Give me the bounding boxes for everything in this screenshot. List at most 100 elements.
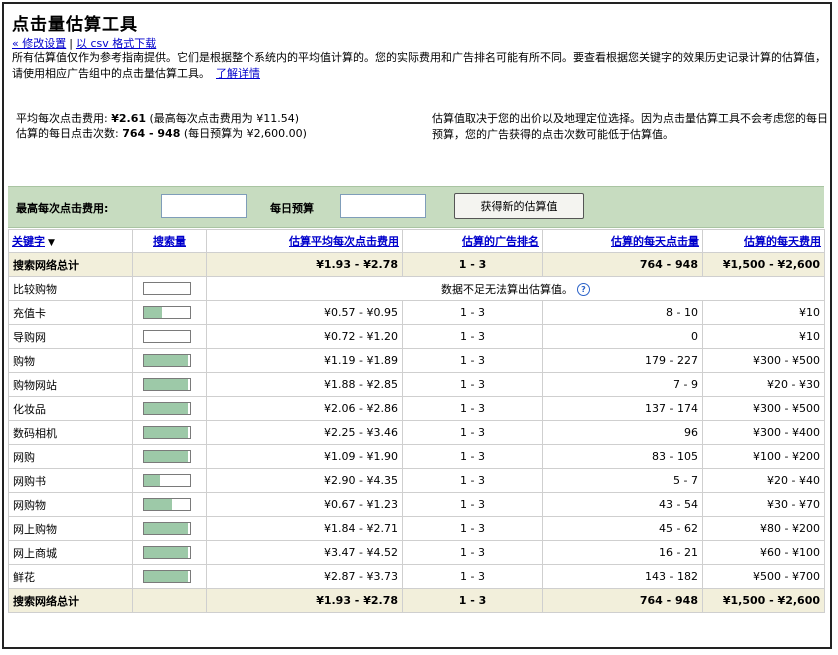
daily-cost-cell: ¥300 - ¥500 (702, 348, 825, 373)
search-volume-fill (144, 523, 188, 534)
daily-cost-cell: ¥20 - ¥30 (702, 372, 825, 397)
avg-cpc-line: 平均每次点击费用: ¥2.61 (最高每次点击费用为 ¥11.54) (16, 111, 411, 126)
header-est-daily-clicks-link[interactable]: 估算的每天点击量 (611, 235, 699, 248)
search-volume-fill (144, 403, 188, 414)
avg-cpc-note: (最高每次点击费用为 ¥11.54) (149, 112, 300, 125)
avg-cpc-label: 平均每次点击费用: (16, 112, 108, 125)
keyword-cell: 网上商城 (8, 540, 133, 565)
search-volume-fill (144, 307, 163, 318)
ad-position-cell: 1 - 3 (402, 396, 543, 421)
header-search-volume-link[interactable]: 搜索量 (153, 235, 186, 248)
action-links: « 修改设置 | 以 csv 格式下载 (12, 35, 156, 51)
search-volume-cell (132, 300, 207, 325)
link-separator: | (69, 37, 73, 50)
get-new-estimate-button[interactable]: 获得新的估算值 (454, 193, 584, 219)
ad-position-cell: 1 - 3 (402, 492, 543, 517)
table-row: 购物 ¥1.19 - ¥1.89 1 - 3 179 - 227 ¥300 - ¥500 (8, 348, 825, 373)
search-volume-cell (132, 468, 207, 493)
daily-clicks-note: (每日预算为 ¥2,600.00) (183, 127, 307, 140)
header-keyword[interactable]: 关键字 ▼ (8, 229, 133, 253)
search-volume-bar (143, 378, 191, 391)
daily-cost-cell: ¥60 - ¥100 (702, 540, 825, 565)
keyword-cell: 充值卡 (8, 300, 133, 325)
search-volume-bar (143, 546, 191, 559)
table-row: 网上购物 ¥1.84 - ¥2.71 1 - 3 45 - 62 ¥80 - ¥200 (8, 516, 825, 541)
daily-clicks-cell: 5 - 7 (542, 468, 703, 493)
daily-budget-input[interactable] (340, 194, 426, 218)
page-title: 点击量估算工具 (12, 15, 138, 35)
search-volume-cell (132, 516, 207, 541)
header-est-daily-clicks[interactable]: 估算的每天点击量 (542, 229, 703, 253)
search-volume-cell (132, 492, 207, 517)
search-volume-bar (143, 474, 191, 487)
no-data-note: 数据不足无法算出估算值。 (441, 282, 573, 296)
search-volume-cell (132, 564, 207, 589)
max-cpc-input[interactable] (161, 194, 247, 218)
search-volume-cell (132, 540, 207, 565)
search-volume-bar (143, 426, 191, 439)
keyword-cell: 网上购物 (8, 516, 133, 541)
keyword-cell: 购物 (8, 348, 133, 373)
daily-clicks-cell: 0 (542, 324, 703, 349)
est-cpc-cell: ¥1.19 - ¥1.89 (206, 348, 403, 373)
daily-cost-cell: ¥20 - ¥40 (702, 468, 825, 493)
ad-position-cell: 1 - 3 (402, 516, 543, 541)
est-cpc-cell: ¥1.88 - ¥2.85 (206, 372, 403, 397)
intro-text: 所有估算值仅作为参考指南提供。它们是根据整个系统内的平均值计算的。您的实际费用和… (12, 50, 827, 82)
search-volume-fill (144, 427, 188, 438)
search-volume-bar (143, 330, 191, 343)
total-position: 1 - 3 (402, 252, 543, 277)
help-icon[interactable]: ? (577, 283, 590, 296)
daily-clicks-cell: 143 - 182 (542, 564, 703, 589)
table-row: 充值卡 ¥0.57 - ¥0.95 1 - 38 - 10 ¥10 (8, 300, 825, 325)
daily-clicks-line: 估算的每日点击次数: 764 - 948 (每日预算为 ¥2,600.00) (16, 126, 411, 141)
header-est-daily-cost-link[interactable]: 估算的每天费用 (744, 235, 821, 248)
estimate-summary: 平均每次点击费用: ¥2.61 (最高每次点击费用为 ¥11.54) 估算的每日… (16, 111, 411, 141)
keyword-cell: 鲜花 (8, 564, 133, 589)
total-clicks: 764 - 948 (542, 588, 703, 613)
search-volume-cell (132, 396, 207, 421)
search-volume-fill (144, 379, 188, 390)
est-cpc-cell: ¥3.47 - ¥4.52 (206, 540, 403, 565)
total-cost: ¥1,500 - ¥2,600 (702, 588, 825, 613)
header-est-avg-cpc[interactable]: 估算平均每次点击费用 (206, 229, 403, 253)
keyword-cell: 网购 (8, 444, 133, 469)
search-volume-fill (144, 499, 172, 510)
header-est-ad-position[interactable]: 估算的广告排名 (402, 229, 543, 253)
intro-body: 所有估算值仅作为参考指南提供。它们是根据整个系统内的平均值计算的。您的实际费用和… (12, 51, 826, 80)
header-est-ad-position-link[interactable]: 估算的广告排名 (462, 235, 539, 248)
table-row: 数码相机 ¥2.25 - ¥3.46 1 - 3 96 ¥300 - ¥400 (8, 420, 825, 445)
table-row: 网购 ¥1.09 - ¥1.90 1 - 3 83 - 105 ¥100 - ¥200 (8, 444, 825, 469)
daily-clicks-cell: 8 - 10 (542, 300, 703, 325)
daily-cost-cell: ¥300 - ¥500 (702, 396, 825, 421)
keyword-cell: 购物网站 (8, 372, 133, 397)
modify-settings-link[interactable]: « 修改设置 (12, 37, 66, 50)
ad-position-cell: 1 - 3 (402, 420, 543, 445)
learn-more-link[interactable]: 了解详情 (216, 67, 260, 80)
total-position: 1 - 3 (402, 588, 543, 613)
no-data-cell: 数据不足无法算出估算值。? (206, 276, 825, 301)
daily-clicks-cell: 137 - 174 (542, 396, 703, 421)
max-cpc-label: 最高每次点击费用: (16, 202, 109, 215)
est-cpc-cell: ¥0.57 - ¥0.95 (206, 300, 403, 325)
header-est-avg-cpc-link[interactable]: 估算平均每次点击费用 (289, 235, 399, 248)
sort-down-icon[interactable]: ▼ (48, 238, 55, 248)
est-cpc-cell: ¥0.72 - ¥1.20 (206, 324, 403, 349)
table-header-row: 关键字 ▼ 搜索量 估算平均每次点击费用 估算的广告排名 估算的每天点击量 估算的… (8, 229, 825, 253)
ad-position-cell: 1 - 3 (402, 468, 543, 493)
header-keyword-link[interactable]: 关键字 (12, 235, 45, 248)
search-volume-cell (132, 276, 207, 301)
total-label: 搜索网络总计 (8, 252, 133, 277)
daily-cost-cell: ¥300 - ¥400 (702, 420, 825, 445)
keyword-cell: 化妆品 (8, 396, 133, 421)
csv-download-link[interactable]: 以 csv 格式下载 (76, 37, 156, 50)
search-volume-bar (143, 498, 191, 511)
daily-cost-cell: ¥500 - ¥700 (702, 564, 825, 589)
table-row: 网购物 ¥0.67 - ¥1.23 1 - 3 43 - 54 ¥30 - ¥70 (8, 492, 825, 517)
keyword-cell: 网购书 (8, 468, 133, 493)
header-est-daily-cost[interactable]: 估算的每天费用 (702, 229, 825, 253)
table-row: 网购书 ¥2.90 - ¥4.35 1 - 35 - 7 ¥20 - ¥40 (8, 468, 825, 493)
total-row-top: 搜索网络总计 ¥1.93 - ¥2.78 1 - 3 764 - 948 ¥1,500 … (8, 252, 825, 277)
search-volume-cell (132, 348, 207, 373)
header-search-volume[interactable]: 搜索量 (132, 229, 207, 253)
